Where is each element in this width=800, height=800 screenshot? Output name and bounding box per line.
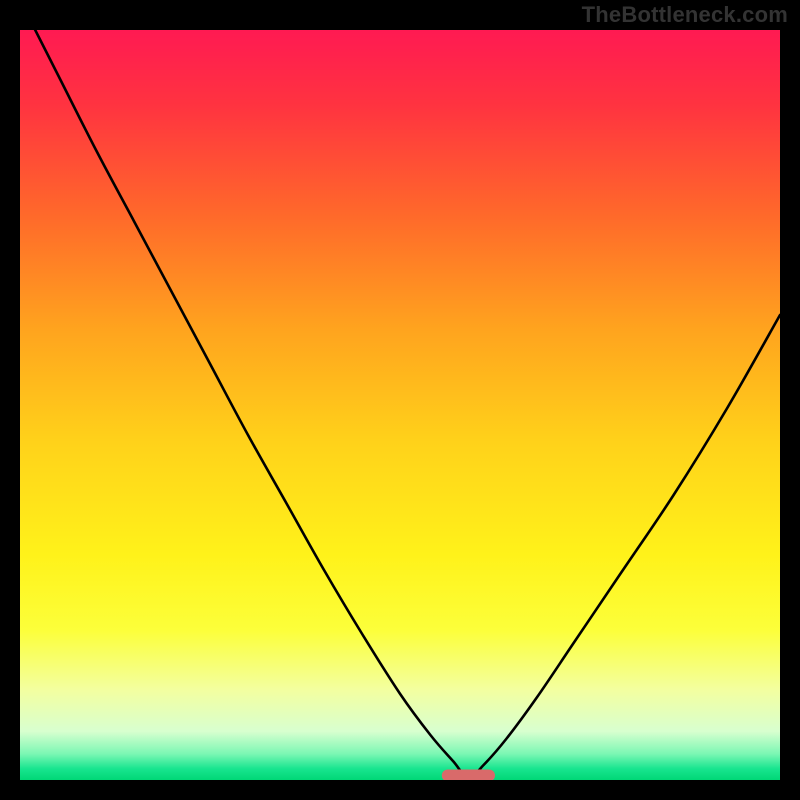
gradient-background: [20, 30, 780, 780]
chart-frame: TheBottleneck.com: [0, 0, 800, 800]
watermark-text: TheBottleneck.com: [582, 2, 788, 28]
bottleneck-plot: [20, 30, 780, 780]
optimal-marker: [442, 770, 495, 781]
plot-svg: [20, 30, 780, 780]
